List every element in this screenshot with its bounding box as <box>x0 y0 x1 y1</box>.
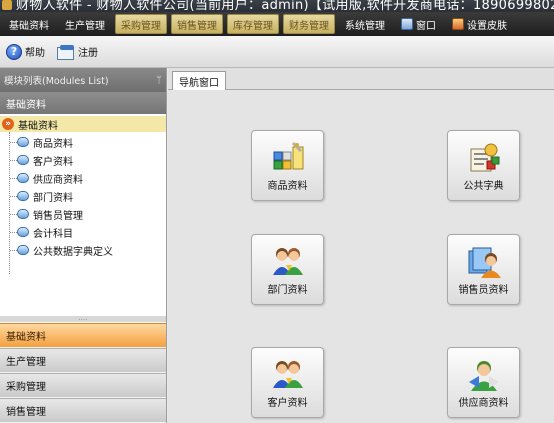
tree-root-basic-data[interactable]: » 基础资料 <box>0 116 166 132</box>
help-button[interactable]: ? 帮助 <box>2 40 49 64</box>
tree-item-salesperson[interactable]: 销售员管理 <box>10 205 83 223</box>
module-tree: » 基础资料 商品资料 客户资料 供应商资料 部门资料 销售员管理 会计科目 公… <box>0 114 166 340</box>
nav-group-sales[interactable]: 销售管理 <box>0 398 166 422</box>
customer-icon <box>272 361 303 388</box>
tree-node-icon <box>17 173 29 183</box>
tree-node-icon <box>17 227 29 237</box>
register-icon <box>57 44 75 60</box>
tree-item-dictionary[interactable]: 公共数据字典定义 <box>10 241 113 259</box>
window-icon <box>401 18 413 30</box>
salesperson-icon <box>468 247 501 278</box>
navigation-canvas: 商品资料 公共字典 部门资料 销售员资料 客户资料 供应商资料 <box>168 90 554 423</box>
nav-group-purchase[interactable]: 采购管理 <box>0 373 166 397</box>
supplier-icon <box>468 361 499 391</box>
main-area: 导航窗口 商品资料 公共字典 部门资料 销售员资料 客户资料 供应商资料 <box>168 68 554 423</box>
tab-navigation-window[interactable]: 导航窗口 <box>172 71 226 90</box>
product-icon <box>273 141 303 170</box>
module-list-header: 模块列表(Modules List) ᛘ <box>0 68 166 92</box>
tree-node-icon <box>17 137 29 147</box>
tile-department[interactable]: 部门资料 <box>251 234 324 305</box>
tree-node-icon <box>17 155 29 165</box>
tree-item-accounts[interactable]: 会计科目 <box>10 223 73 241</box>
nav-group-production[interactable]: 生产管理 <box>0 348 166 372</box>
skin-icon <box>452 18 464 30</box>
menu-item-basic-data[interactable]: 基础资料 <box>3 14 55 34</box>
dictionary-icon <box>470 143 499 172</box>
department-icon <box>272 248 303 275</box>
tile-supplier[interactable]: 供应商资料 <box>447 347 520 418</box>
menu-item-inventory[interactable]: 库存管理 <box>227 14 279 34</box>
menu-item-finance[interactable]: 财务管理 <box>283 14 335 34</box>
menu-item-skin[interactable]: 设置皮肤 <box>446 14 513 34</box>
tile-product[interactable]: 商品资料 <box>251 130 324 201</box>
tree-item-supplier[interactable]: 供应商资料 <box>10 169 83 187</box>
menu-item-window[interactable]: 窗口 <box>395 14 442 34</box>
app-icon <box>2 0 12 10</box>
tree-node-icon <box>17 209 29 219</box>
tree-node-icon <box>17 191 29 201</box>
tree-item-department[interactable]: 部门资料 <box>10 187 73 205</box>
title-bar: 财物人软件 - 财物人软件公司(当前用户：admin)【试用版,软件开发商电话：… <box>0 0 554 12</box>
tile-dictionary[interactable]: 公共字典 <box>447 130 520 201</box>
tree-item-product[interactable]: 商品资料 <box>10 133 73 151</box>
menu-item-purchase[interactable]: 采购管理 <box>115 14 167 34</box>
tab-strip: 导航窗口 <box>168 68 554 90</box>
window-title: 财物人软件 - 财物人软件公司(当前用户：admin)【试用版,软件开发商电话：… <box>16 0 554 12</box>
tree-item-customer[interactable]: 客户资料 <box>10 151 73 169</box>
menu-item-system[interactable]: 系统管理 <box>339 14 391 34</box>
collapse-arrow-icon[interactable]: » <box>2 118 14 130</box>
module-list-panel: 模块列表(Modules List) ᛘ 基础资料 » 基础资料 商品资料 客户… <box>0 68 167 423</box>
tile-customer[interactable]: 客户资料 <box>251 347 324 418</box>
nav-group-basic-data[interactable]: 基础资料 <box>0 323 166 347</box>
tree-node-icon <box>17 245 29 255</box>
menu-bar: 基础资料 生产管理 采购管理 销售管理 库存管理 财务管理 系统管理 窗口 设置… <box>0 12 554 36</box>
tile-salesperson[interactable]: 销售员资料 <box>447 234 520 305</box>
pin-icon[interactable]: ᛘ <box>156 75 162 86</box>
panel-splitter[interactable]: .... <box>0 315 166 322</box>
menu-item-sales[interactable]: 销售管理 <box>171 14 223 34</box>
help-icon: ? <box>6 43 22 60</box>
menu-item-production[interactable]: 生产管理 <box>59 14 111 34</box>
register-button[interactable]: 注册 <box>53 40 102 64</box>
toolbar: ? 帮助 注册 <box>0 36 554 68</box>
group-title: 基础资料 <box>0 92 166 114</box>
